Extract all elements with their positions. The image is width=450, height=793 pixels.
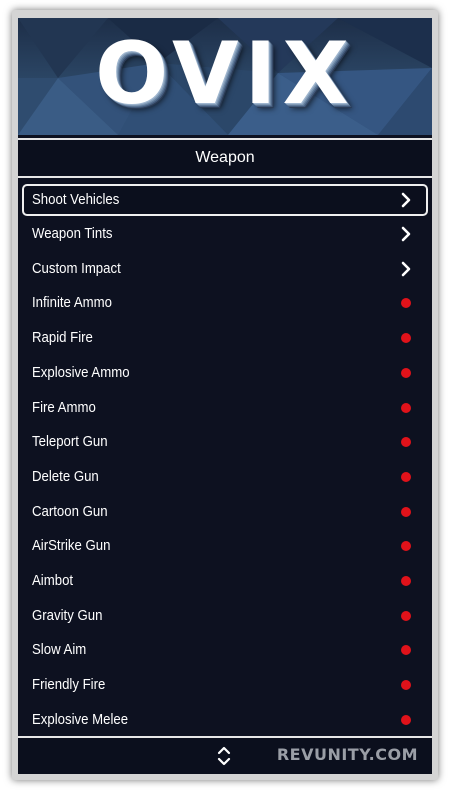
menu-item-label: Shoot Vehicles <box>32 191 120 208</box>
menu-banner: OVIX <box>18 18 432 135</box>
menu-item-delete-gun[interactable]: Delete Gun <box>22 461 428 493</box>
menu-footer: REVUNITY.COM <box>18 736 432 774</box>
menu-item-custom-impact[interactable]: Custom Impact <box>22 253 428 285</box>
toggle-off-indicator <box>401 368 411 378</box>
toggle-off-indicator <box>401 680 411 690</box>
toggle-off-indicator <box>401 472 411 482</box>
menu-item-list: Shoot Vehicles Weapon Tints Custom Impac… <box>18 181 432 734</box>
toggle-off-indicator <box>401 437 411 447</box>
menu-item-label: Aimbot <box>32 572 74 589</box>
chevron-right-icon <box>401 261 411 277</box>
menu-item-shoot-vehicles[interactable]: Shoot Vehicles <box>22 184 428 216</box>
toggle-off-indicator <box>401 298 411 308</box>
menu-item-gravity-gun[interactable]: Gravity Gun <box>22 600 428 632</box>
menu-item-friendly-fire[interactable]: Friendly Fire <box>22 669 428 701</box>
up-down-arrows-icon[interactable] <box>216 746 232 766</box>
menu-item-label: Delete Gun <box>32 468 99 485</box>
menu-item-label: AirStrike Gun <box>32 537 111 554</box>
chevron-right-icon <box>401 226 411 242</box>
menu-item-label: Infinite Ammo <box>32 294 112 311</box>
menu-item-infinite-ammo[interactable]: Infinite Ammo <box>22 287 428 319</box>
ovix-logo: OVIX <box>95 24 355 124</box>
menu-item-label: Cartoon Gun <box>32 503 108 520</box>
menu-item-rapid-fire[interactable]: Rapid Fire <box>22 322 428 354</box>
toggle-off-indicator <box>401 403 411 413</box>
chevron-right-icon <box>401 192 411 208</box>
menu-item-fire-ammo[interactable]: Fire Ammo <box>22 392 428 424</box>
menu-item-label: Friendly Fire <box>32 676 106 693</box>
menu-title: Weapon <box>18 138 432 178</box>
menu-item-explosive-melee[interactable]: Explosive Melee <box>22 704 428 736</box>
toggle-off-indicator <box>401 507 411 517</box>
toggle-off-indicator <box>401 541 411 551</box>
menu-item-label: Rapid Fire <box>32 329 93 346</box>
toggle-off-indicator <box>401 333 411 343</box>
menu-item-cartoon-gun[interactable]: Cartoon Gun <box>22 496 428 528</box>
menu-item-slow-aim[interactable]: Slow Aim <box>22 634 428 666</box>
menu-item-label: Slow Aim <box>32 641 87 658</box>
menu-item-label: Gravity Gun <box>32 607 103 624</box>
mod-menu-panel: OVIX Weapon Shoot Vehicles Weapon Tints … <box>18 18 432 774</box>
menu-item-label: Explosive Ammo <box>32 364 130 381</box>
menu-item-airstrike-gun[interactable]: AirStrike Gun <box>22 530 428 562</box>
menu-item-weapon-tints[interactable]: Weapon Tints <box>22 218 428 250</box>
menu-item-label: Fire Ammo <box>32 399 96 416</box>
menu-item-teleport-gun[interactable]: Teleport Gun <box>22 426 428 458</box>
toggle-off-indicator <box>401 611 411 621</box>
menu-item-label: Weapon Tints <box>32 225 113 242</box>
menu-item-explosive-ammo[interactable]: Explosive Ammo <box>22 357 428 389</box>
menu-item-label: Custom Impact <box>32 260 121 277</box>
toggle-off-indicator <box>401 576 411 586</box>
menu-item-label: Explosive Melee <box>32 711 129 728</box>
menu-item-label: Teleport Gun <box>32 433 108 450</box>
menu-item-aimbot[interactable]: Aimbot <box>22 565 428 597</box>
toggle-off-indicator <box>401 715 411 725</box>
toggle-off-indicator <box>401 645 411 655</box>
watermark: REVUNITY.COM <box>276 745 418 764</box>
